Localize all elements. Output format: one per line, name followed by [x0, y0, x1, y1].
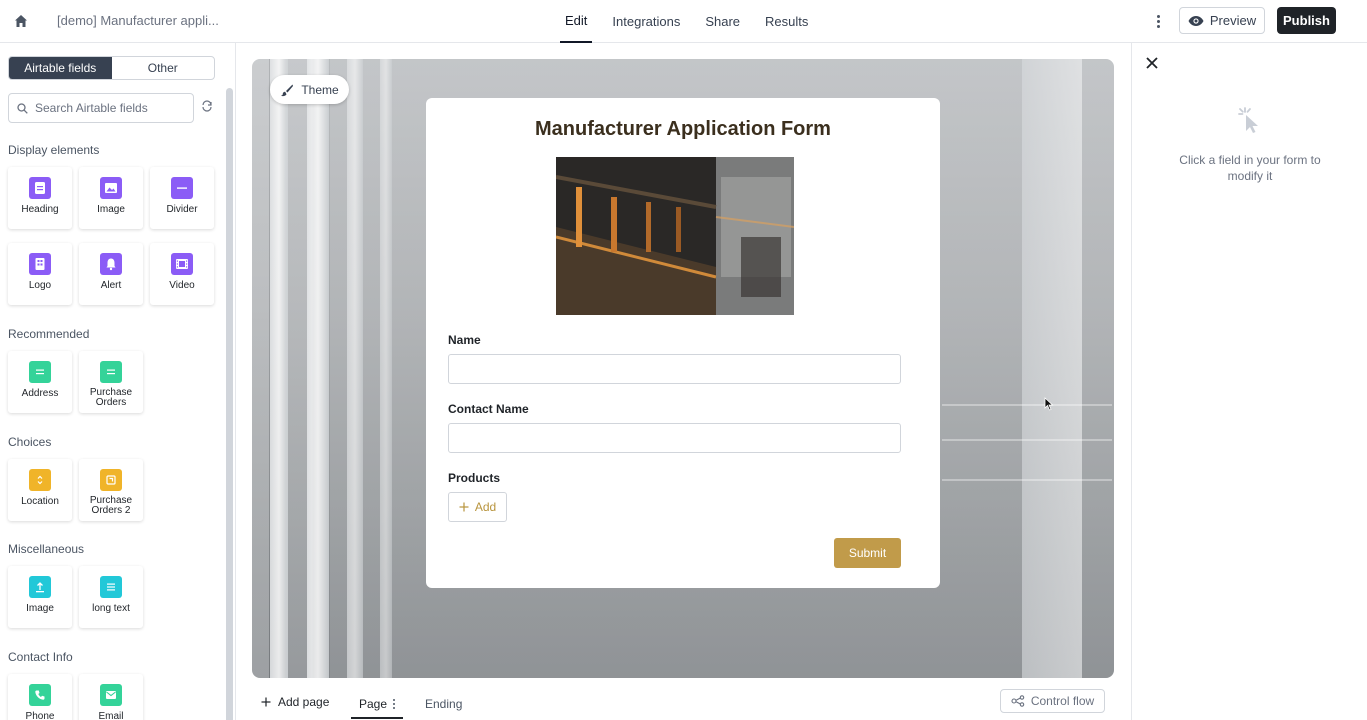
pointer-click-icon	[1238, 107, 1258, 133]
element-label: Heading	[21, 204, 59, 215]
preview-button[interactable]: Preview	[1179, 7, 1265, 34]
field-email[interactable]: Email	[79, 674, 143, 720]
element-video[interactable]: Video	[150, 243, 214, 305]
segment-other[interactable]: Other	[112, 57, 215, 79]
top-bar: [demo] Manufacturer appli... Edit Integr…	[0, 0, 1367, 43]
field-label: long text	[92, 603, 130, 614]
field-source-toggle: Airtable fields Other	[8, 56, 215, 80]
field-contact-name-label: Contact Name	[448, 402, 529, 416]
document-title[interactable]: [demo] Manufacturer appli...	[57, 13, 219, 28]
element-heading[interactable]: Heading	[8, 167, 72, 229]
field-label: Phone	[25, 711, 55, 720]
field-address[interactable]: Address	[8, 351, 72, 413]
field-phone[interactable]: Phone	[8, 674, 72, 720]
field-label: Purchase Orders	[89, 387, 133, 408]
name-input[interactable]	[448, 354, 901, 384]
plus-icon	[459, 502, 469, 512]
segment-airtable-fields[interactable]: Airtable fields	[9, 57, 112, 79]
control-flow-button[interactable]: Control flow	[1000, 689, 1105, 713]
control-flow-label: Control flow	[1030, 694, 1095, 708]
search-input[interactable]	[35, 101, 185, 115]
field-long-text[interactable]: long text	[79, 566, 143, 628]
video-icon	[171, 253, 193, 275]
form-header-image[interactable]	[556, 157, 794, 315]
element-label: Video	[169, 280, 195, 291]
upload-icon	[29, 576, 51, 598]
plus-icon	[261, 697, 271, 707]
text-lines-icon	[100, 576, 122, 598]
home-icon[interactable]	[12, 12, 30, 30]
contact-name-input[interactable]	[448, 423, 901, 453]
field-sidebar: Airtable fields Other Display elements H…	[0, 43, 236, 720]
heading-icon	[29, 177, 51, 199]
more-options-icon[interactable]	[1150, 11, 1166, 31]
field-label: Location	[21, 496, 59, 507]
field-products-label: Products	[448, 471, 501, 485]
refresh-icon[interactable]	[201, 100, 213, 112]
ending-tab[interactable]: Ending	[425, 697, 462, 711]
phone-icon	[29, 684, 51, 706]
close-icon[interactable]	[1145, 56, 1159, 70]
page-options-icon[interactable]	[393, 698, 396, 709]
add-label: Add	[474, 500, 497, 514]
logo-icon	[29, 253, 51, 275]
sidebar-scrollbar[interactable]	[226, 88, 233, 720]
empty-state-hint: Click a field in your form to modify it	[1179, 153, 1321, 183]
form-card: Manufacturer Application Form Name Conta…	[426, 98, 940, 588]
form-title[interactable]: Manufacturer Application Form	[426, 118, 940, 141]
add-page-button[interactable]: Add page	[261, 695, 329, 709]
select-icon	[29, 469, 51, 491]
element-divider[interactable]: Divider	[150, 167, 214, 229]
field-purchase-orders[interactable]: Purchase Orders	[79, 351, 143, 413]
mail-icon	[100, 684, 122, 706]
text-lines-icon	[100, 361, 122, 383]
theme-label: Theme	[301, 82, 339, 97]
brush-icon	[281, 84, 294, 96]
main-tabs: Edit Integrations Share Results	[560, 0, 828, 43]
theme-button[interactable]: Theme	[270, 75, 349, 104]
field-purchase-orders-2[interactable]: Purchase Orders 2	[79, 459, 143, 521]
field-search	[8, 93, 194, 123]
text-lines-icon	[29, 361, 51, 383]
divider-icon	[171, 177, 193, 199]
search-icon	[17, 102, 28, 114]
element-label: Image	[97, 204, 125, 215]
element-label: Divider	[166, 204, 198, 215]
section-recommended: Recommended	[8, 327, 90, 341]
section-display-elements: Display elements	[8, 143, 100, 157]
publish-button[interactable]: Publish	[1277, 7, 1336, 34]
section-choices: Choices	[8, 435, 52, 449]
element-image[interactable]: Image	[79, 167, 143, 229]
field-name-label: Name	[448, 333, 481, 347]
element-label: Alert	[100, 280, 122, 291]
properties-panel: Click a field in your form to modify it	[1131, 43, 1367, 720]
element-logo[interactable]: Logo	[8, 243, 72, 305]
page-tab[interactable]: Page	[351, 690, 403, 719]
image-icon	[100, 177, 122, 199]
field-label: Purchase Orders 2	[89, 495, 133, 516]
field-label: Image	[26, 603, 54, 614]
field-location[interactable]: Location	[8, 459, 72, 521]
submit-button[interactable]: Submit	[834, 538, 901, 568]
eye-icon	[1188, 15, 1204, 26]
section-contact-info: Contact Info	[8, 650, 73, 664]
section-miscellaneous: Miscellaneous	[8, 542, 85, 556]
bell-icon	[100, 253, 122, 275]
add-page-label: Add page	[278, 695, 330, 709]
tab-integrations[interactable]: Integrations	[607, 0, 685, 43]
field-image-upload[interactable]: Image	[8, 566, 72, 628]
tab-edit[interactable]: Edit	[560, 0, 593, 43]
preview-label: Preview	[1209, 13, 1257, 28]
tab-results[interactable]: Results	[760, 0, 813, 43]
element-alert[interactable]: Alert	[79, 243, 143, 305]
linked-record-icon	[100, 469, 122, 491]
field-label: Email	[98, 711, 124, 720]
mouse-cursor-icon	[1044, 397, 1054, 411]
add-product-button[interactable]: Add	[448, 492, 507, 522]
page-tab-label: Page	[358, 696, 388, 711]
flow-icon	[1011, 695, 1025, 707]
element-label: Logo	[28, 280, 52, 291]
field-label: Address	[21, 388, 59, 399]
tab-share[interactable]: Share	[700, 0, 745, 43]
